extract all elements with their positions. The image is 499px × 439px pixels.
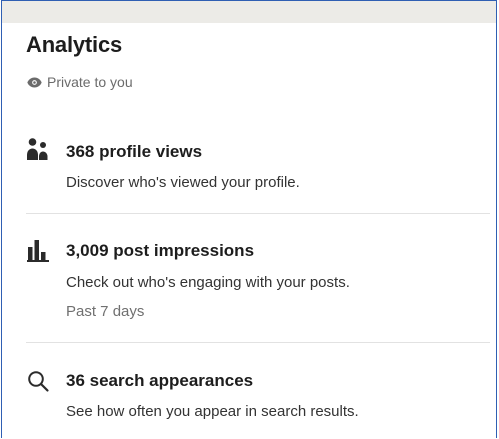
profile-views-description: Discover who's viewed your profile.: [66, 174, 300, 191]
people-icon: [27, 138, 48, 160]
section-title: Analytics: [26, 32, 123, 57]
profile-views-title[interactable]: 368 profile views: [66, 142, 202, 162]
eye-icon: [27, 76, 42, 88]
search-appearances-title[interactable]: 36 search appearances: [66, 371, 253, 391]
post-impressions-title[interactable]: 3,009 post impressions: [66, 241, 254, 261]
search-icon: [28, 371, 49, 392]
bar-chart-icon: [27, 240, 49, 262]
privacy-note: Private to you: [27, 74, 133, 90]
privacy-label: Private to you: [47, 74, 133, 90]
divider: [26, 213, 490, 214]
analytics-frame: Analytics Private to you 368 profile vie…: [1, 0, 497, 438]
top-strip: [2, 1, 496, 23]
divider: [26, 342, 490, 343]
post-impressions-period: Past 7 days: [66, 303, 145, 320]
post-impressions-description: Check out who's engaging with your posts…: [66, 274, 350, 291]
search-appearances-description: See how often you appear in search resul…: [66, 403, 359, 420]
